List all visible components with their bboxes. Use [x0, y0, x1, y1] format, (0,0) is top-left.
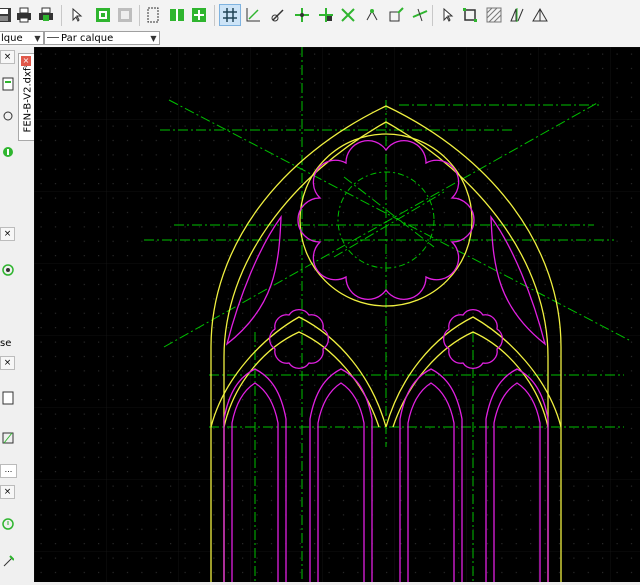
dock-close-button[interactable]: × — [0, 485, 15, 499]
dock-close-button[interactable]: × — [0, 356, 15, 370]
snap-icon[interactable] — [243, 5, 263, 25]
add-layer-icon[interactable] — [0, 143, 15, 161]
close-document-button[interactable]: × — [21, 56, 31, 66]
layer-on-icon[interactable] — [93, 5, 113, 25]
style-combo[interactable]: Par calque ▼ — [44, 31, 160, 45]
print-preview-icon[interactable] — [36, 5, 56, 25]
move-copy-icon[interactable] — [316, 5, 336, 25]
print-icon[interactable] — [14, 5, 34, 25]
refresh-icon[interactable] — [0, 515, 15, 533]
block-icon[interactable] — [143, 5, 163, 25]
select-pointer-icon[interactable] — [66, 5, 86, 25]
zoom-window-icon[interactable] — [386, 5, 406, 25]
scale-icon[interactable] — [338, 5, 358, 25]
layer-off-icon[interactable] — [115, 5, 135, 25]
document-tab-title: FEN-B-V2.dxf* — [22, 62, 34, 133]
new-icon[interactable] — [0, 75, 15, 93]
block-edit-icon[interactable] — [0, 429, 15, 447]
left-dock-panel: × × se × ... × — [0, 47, 17, 582]
link-icon[interactable] — [0, 107, 15, 125]
layer-combo-value: lque — [1, 32, 23, 44]
trim-icon[interactable] — [410, 5, 430, 25]
insert-icon[interactable] — [189, 5, 209, 25]
block-insert-icon[interactable] — [0, 389, 15, 407]
style-combo-value: Par calque — [45, 33, 148, 44]
fit-icon[interactable] — [460, 5, 480, 25]
drawing-canvas[interactable] — [34, 47, 640, 582]
tool-icon[interactable] — [0, 552, 15, 570]
save-icon[interactable] — [0, 5, 14, 25]
rotate-icon[interactable] — [362, 5, 382, 25]
pointer-icon[interactable] — [437, 5, 457, 25]
triangle-icon[interactable] — [530, 5, 550, 25]
chevron-down-icon: ▼ — [150, 33, 157, 43]
grid-icon[interactable] — [219, 4, 241, 26]
hatch-icon[interactable] — [484, 5, 504, 25]
dock-label: se — [0, 338, 12, 349]
draw-icon[interactable] — [268, 5, 288, 25]
book-icon[interactable] — [167, 5, 187, 25]
dock-close-button[interactable]: × — [0, 227, 15, 241]
layer-combo[interactable]: lque ▼ — [0, 31, 44, 45]
main-toolbar — [0, 0, 640, 32]
view-icon[interactable] — [0, 261, 15, 279]
drawing-svg — [34, 47, 640, 582]
mirror-icon[interactable] — [507, 5, 527, 25]
document-tab[interactable]: FEN-B-V2.dxf* — [18, 53, 34, 141]
dot-grid — [34, 47, 640, 582]
chevron-down-icon: ▼ — [34, 33, 41, 43]
move-icon[interactable] — [292, 5, 312, 25]
dock-search-field[interactable]: ... — [0, 464, 17, 478]
dock-close-button[interactable]: × — [0, 50, 15, 64]
